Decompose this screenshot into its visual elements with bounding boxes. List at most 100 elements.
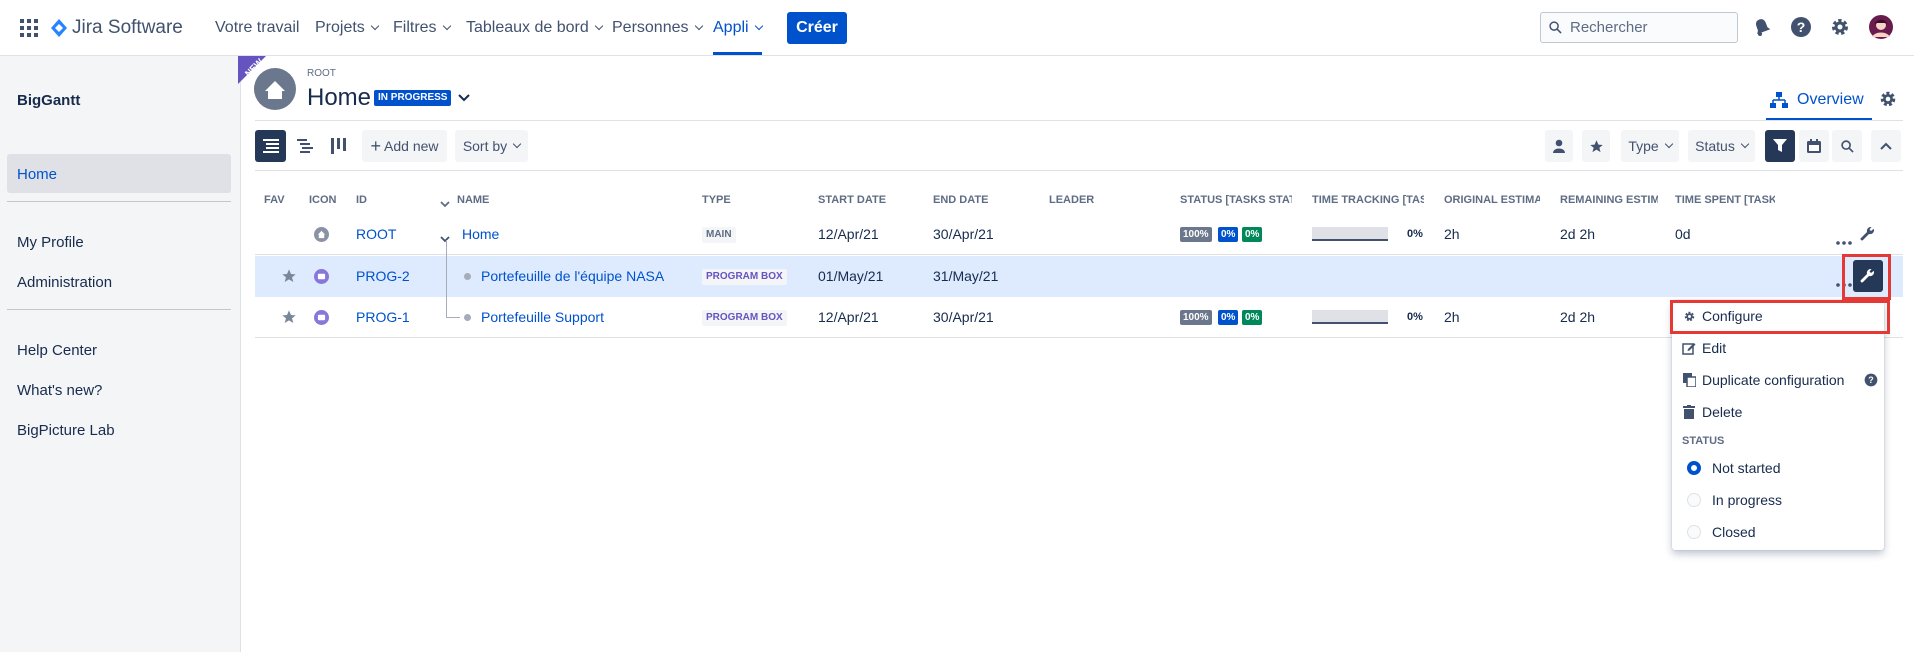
column-header-remaining-estimate[interactable]: REMAINING ESTIM xyxy=(1560,194,1658,206)
notifications-icon[interactable] xyxy=(1749,14,1775,40)
add-new-label: Add new xyxy=(384,138,439,154)
app-switcher-icon[interactable] xyxy=(20,19,38,37)
column-header-leader[interactable]: LEADER xyxy=(1049,194,1094,206)
search-button[interactable] xyxy=(1832,130,1862,162)
sidebar-item-my-profile[interactable]: My Profile xyxy=(17,234,84,251)
chevron-down-icon xyxy=(754,21,763,31)
table-row[interactable]: PROG-1 Portefeuille Support PROGRAM BOX … xyxy=(255,277,1903,338)
jira-logo[interactable]: Jira Software xyxy=(50,17,183,39)
radio-not-started[interactable] xyxy=(1687,461,1701,475)
top-bar: Jira Software Votre travail Projets Filt… xyxy=(0,0,1914,56)
column-header-time-tracking[interactable]: TIME TRACKING [TASK xyxy=(1312,194,1424,206)
nav-appli[interactable]: Appli xyxy=(713,0,763,56)
view-list-button[interactable] xyxy=(255,130,286,162)
nav-label: Personnes xyxy=(612,19,689,36)
end-date: 30/Apr/21 xyxy=(933,309,994,325)
assignee-filter-button[interactable] xyxy=(1545,130,1573,162)
sidebar-item-administration[interactable]: Administration xyxy=(17,274,112,291)
column-header-end-date[interactable]: END DATE xyxy=(933,194,988,206)
type-filter-label: Type xyxy=(1628,138,1659,154)
menu-item-duplicate-configuration[interactable]: Duplicate configuration xyxy=(1682,372,1844,388)
filter-button[interactable] xyxy=(1765,130,1795,162)
tab-overview[interactable]: Overview xyxy=(1770,82,1864,118)
time-tracking-bar xyxy=(1312,227,1388,241)
column-header-type[interactable]: TYPE xyxy=(702,194,731,206)
favorite-star-icon[interactable] xyxy=(281,268,297,287)
row-name[interactable]: Home xyxy=(462,226,499,242)
settings-gear-icon[interactable] xyxy=(1827,14,1853,40)
status-filter-button[interactable]: Status xyxy=(1688,130,1755,162)
header-divider xyxy=(255,120,1903,121)
menu-item-label: Delete xyxy=(1702,404,1743,420)
column-header-status[interactable]: STATUS [TASKS STATI xyxy=(1180,194,1292,206)
row-id[interactable]: PROG-1 xyxy=(356,309,410,325)
nav-label: Tableaux de bord xyxy=(466,19,589,36)
column-header-original-estimate[interactable]: ORIGINAL ESTIMAT xyxy=(1444,194,1540,206)
radio-in-progress[interactable] xyxy=(1687,493,1701,507)
radio-label: Not started xyxy=(1712,460,1781,476)
sidebar-divider xyxy=(7,309,231,310)
tree-node-dot-icon xyxy=(464,314,471,321)
menu-item-edit[interactable]: Edit xyxy=(1682,340,1726,356)
column-header-start-date[interactable]: START DATE xyxy=(818,194,886,206)
favorites-filter-button[interactable] xyxy=(1582,130,1610,162)
help-icon[interactable]: ? xyxy=(1864,373,1878,390)
column-header-icon[interactable]: ICON xyxy=(309,194,337,206)
menu-item-delete[interactable]: Delete xyxy=(1682,404,1742,420)
column-header-name[interactable]: NAME xyxy=(457,194,489,206)
row-name[interactable]: Portefeuille Support xyxy=(481,309,604,325)
svg-text:?: ? xyxy=(1868,375,1873,385)
wrench-icon[interactable] xyxy=(1860,226,1876,245)
column-header-time-spent[interactable]: TIME SPENT [TASK xyxy=(1675,194,1775,206)
menu-item-label: Duplicate configuration xyxy=(1702,372,1845,388)
sidebar-item-home-label[interactable]: Home xyxy=(17,166,57,183)
favorite-star-icon[interactable] xyxy=(281,309,297,328)
svg-text:?: ? xyxy=(1797,19,1806,35)
edit-icon xyxy=(1682,341,1696,355)
chevron-down-icon xyxy=(442,21,451,31)
breadcrumb[interactable]: ROOT xyxy=(307,68,336,79)
view-tree-button[interactable] xyxy=(289,130,320,162)
settings-gear-icon[interactable] xyxy=(1878,89,1898,112)
view-board-button[interactable] xyxy=(323,130,354,162)
nav-tableaux-de-bord[interactable]: Tableaux de bord xyxy=(466,0,604,56)
status-badge[interactable]: IN PROGRESS xyxy=(374,90,452,106)
title-chevron-down-icon[interactable] xyxy=(458,90,470,106)
sidebar-item-help-center[interactable]: Help Center xyxy=(17,342,97,359)
radio-closed[interactable] xyxy=(1687,525,1701,539)
table-row[interactable]: ROOT Home MAIN 12/Apr/21 30/Apr/21 100% … xyxy=(255,214,1903,255)
tree-view-icon xyxy=(296,139,313,153)
sort-by-button[interactable]: Sort by xyxy=(455,130,528,162)
add-new-button[interactable]: + Add new xyxy=(362,130,447,162)
row-name[interactable]: Portefeuille de l'équipe NASA xyxy=(481,268,664,284)
calendar-button[interactable] xyxy=(1799,130,1829,162)
table-row[interactable]: PROG-2 Portefeuille de l'équipe NASA PRO… xyxy=(255,240,1903,297)
time-spent: 0d xyxy=(1675,226,1691,242)
avatar[interactable] xyxy=(1868,14,1894,40)
row-id[interactable]: PROG-2 xyxy=(356,268,410,284)
chevron-up-icon xyxy=(1880,142,1892,150)
column-header-fav[interactable]: FAV xyxy=(264,194,285,206)
type-lozenge: MAIN xyxy=(702,227,736,243)
row-actions-menu: Configure Edit Duplicate configuration ?… xyxy=(1672,300,1884,550)
chevron-down-icon xyxy=(1740,139,1750,149)
search-input[interactable]: Rechercher xyxy=(1540,12,1738,43)
collapse-button[interactable] xyxy=(1871,130,1901,162)
more-actions-icon[interactable] xyxy=(1836,232,1852,248)
create-button[interactable]: Créer xyxy=(787,12,847,44)
status-done-pct: 100% xyxy=(1180,227,1212,242)
nav-personnes[interactable]: Personnes xyxy=(612,0,703,56)
sidebar-item-whats-new[interactable]: What's new? xyxy=(17,382,102,399)
row-id[interactable]: ROOT xyxy=(356,226,396,242)
nav-filtres[interactable]: Filtres xyxy=(393,0,451,56)
type-filter-button[interactable]: Type xyxy=(1621,130,1679,162)
column-header-id[interactable]: ID xyxy=(356,194,367,206)
tree-connector-line xyxy=(446,317,460,318)
help-icon[interactable]: ? xyxy=(1788,14,1814,40)
time-tracking-pct: 0% xyxy=(1407,311,1423,323)
nav-projets[interactable]: Projets xyxy=(315,0,380,56)
collapse-all-chevron-icon[interactable] xyxy=(440,196,450,212)
nav-votre-travail[interactable]: Votre travail xyxy=(215,0,299,56)
sidebar-item-bigpicture-lab[interactable]: BigPicture Lab xyxy=(17,422,115,439)
expand-chevron-icon[interactable] xyxy=(440,231,450,247)
